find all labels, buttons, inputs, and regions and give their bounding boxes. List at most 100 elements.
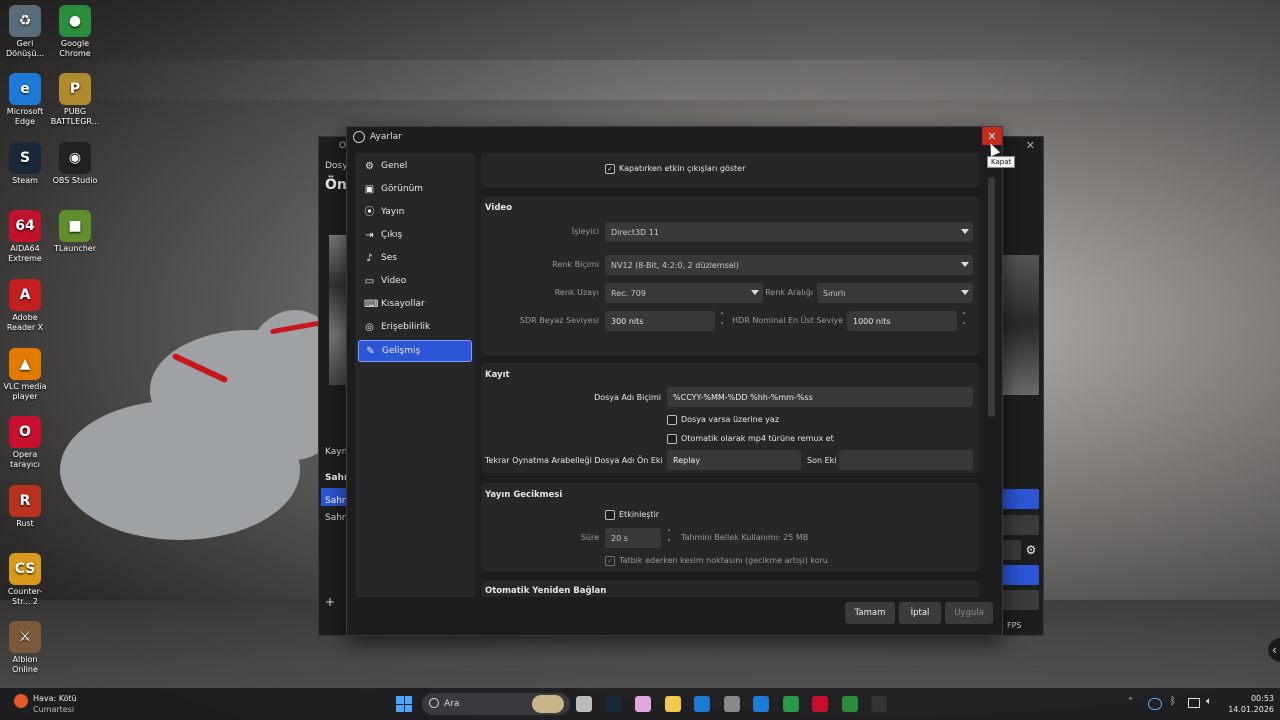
- renderer-select[interactable]: Direct3D 11: [605, 222, 973, 242]
- network-icon[interactable]: [1188, 698, 1200, 708]
- sidebar-item-4[interactable]: ♪ Ses: [358, 248, 472, 268]
- clock-time[interactable]: 00:53: [1238, 694, 1274, 703]
- tray-chevron-icon[interactable]: ˄: [1128, 697, 1133, 708]
- settings-content: ✓ Kapatırken etkin çıkışları göster Vide…: [481, 153, 981, 597]
- settings-sidebar: ⚙ Genel ▣ Görünüm ⦿ Yayın ⇥ Çıkış ♪ Ses ▭ Video ⌨ Kıs…: [355, 153, 475, 597]
- suffix-input[interactable]: [839, 450, 973, 470]
- sidebar-item-6[interactable]: ⌨ Kısayollar: [358, 294, 472, 314]
- sidebar-item-5[interactable]: ▭ Video: [358, 271, 472, 291]
- obs-control-button[interactable]: [1001, 590, 1039, 610]
- weather-line1[interactable]: Hava: Kötü: [33, 694, 77, 703]
- preserve-checkbox[interactable]: ✓: [605, 556, 615, 566]
- clock-date[interactable]: 14.01.2026: [1226, 705, 1274, 714]
- dialog-titlebar: Ayarlar: [347, 127, 1002, 147]
- color-format-select[interactable]: NV12 (8-Bit, 4:2:0, 2 düzlemsel): [605, 255, 973, 275]
- search-highlight-icon: [532, 695, 564, 713]
- app-icon: ●: [59, 5, 91, 37]
- gear-icon[interactable]: ⚙: [1021, 540, 1041, 560]
- taskbar-app-icon[interactable]: [576, 696, 592, 712]
- obs-close-icon[interactable]: ✕: [1026, 139, 1035, 152]
- hdr-stepper-icon[interactable]: ˄ ˅: [959, 311, 969, 331]
- sdr-stepper-icon[interactable]: ˄ ˅: [717, 311, 727, 331]
- duration-stepper-icon[interactable]: ˄ ˅: [664, 528, 674, 548]
- overwrite-checkbox[interactable]: [667, 415, 677, 425]
- desktop-icon[interactable]: O Opera tarayıcı: [0, 416, 50, 470]
- sidebar-item-label: Video: [381, 276, 407, 286]
- sidebar-item-2[interactable]: ⦿ Yayın: [358, 202, 472, 222]
- ok-button[interactable]: Tamam: [845, 602, 895, 624]
- sidebar-icon: ⚙: [365, 160, 374, 172]
- settings-scrollbar[interactable]: [988, 177, 995, 417]
- reconnect-title: Otomatik Yeniden Bağlan: [485, 586, 607, 596]
- duration-spinbox[interactable]: 20 s: [605, 528, 661, 548]
- obs-control-button[interactable]: [1001, 489, 1039, 509]
- search-placeholder: Ara: [444, 699, 460, 709]
- obs-control-button[interactable]: [1001, 515, 1039, 535]
- sdr-spinbox[interactable]: 300 nits: [605, 311, 715, 331]
- sidebar-item-0[interactable]: ⚙ Genel: [358, 156, 472, 176]
- taskbar-app-icon[interactable]: [664, 696, 681, 712]
- app-icon: ◉: [59, 142, 91, 174]
- desktop-icon[interactable]: ♻ Geri Dönüşü...: [0, 5, 50, 59]
- cloud-sync-icon[interactable]: [1148, 698, 1162, 710]
- taskbar-app-icon[interactable]: [605, 696, 622, 712]
- cancel-button[interactable]: İptal: [899, 602, 941, 624]
- taskbar-app-icon[interactable]: [723, 696, 740, 712]
- taskbar-app-icon[interactable]: [782, 696, 799, 712]
- start-button[interactable]: [396, 696, 412, 712]
- enable-delay-checkbox[interactable]: [605, 510, 615, 520]
- desktop-icon[interactable]: ◉ OBS Studio: [50, 142, 100, 186]
- app-icon: O: [9, 416, 41, 448]
- desktop-icon[interactable]: e Microsoft Edge: [0, 73, 50, 127]
- obs-add-scene-button[interactable]: +: [325, 595, 335, 609]
- taskbar-app-icon[interactable]: [812, 696, 828, 712]
- taskbar-app-icon[interactable]: [694, 696, 710, 712]
- close-icon: ✕: [987, 129, 997, 143]
- desktop-icon-label: Microsoft Edge: [6, 107, 44, 126]
- stream-delay-group: Yayın Gecikmesi Etkinleştir Süre 20 s ˄ ˅…: [481, 483, 979, 571]
- sidebar-item-7[interactable]: ◎ Erişebilirlik: [358, 317, 472, 337]
- replay-prefix-input[interactable]: Replay: [667, 450, 801, 470]
- desktop-icon[interactable]: S Steam: [0, 142, 50, 186]
- apply-button[interactable]: Uygula: [945, 602, 993, 624]
- volume-icon[interactable]: 🔈︎: [1206, 696, 1212, 707]
- filename-format-input[interactable]: %CCYY-%MM-%DD %hh-%mm-%ss: [667, 387, 973, 407]
- remux-checkbox[interactable]: [667, 434, 677, 444]
- color-space-select[interactable]: Rec. 709: [605, 283, 763, 303]
- taskbar-app-icon[interactable]: [841, 696, 858, 712]
- desktop-icon[interactable]: 64 AIDA64 Extreme: [0, 210, 50, 264]
- enable-delay-label: Etkinleştir: [619, 510, 660, 519]
- desktop-icon[interactable]: ▲ VLC media player: [0, 348, 50, 402]
- desktop-icon[interactable]: R Rust: [0, 485, 50, 529]
- bluetooth-icon[interactable]: ᛒ: [1170, 696, 1176, 707]
- desktop-icon-label: Geri Dönüşü...: [5, 39, 45, 58]
- show-active-outputs-checkbox[interactable]: ✓: [605, 164, 615, 174]
- sdr-value: 300 nits: [611, 316, 644, 326]
- windows-logo-icon: [396, 696, 404, 704]
- desktop-icon-label: TLauncher: [53, 244, 97, 253]
- taskbar-app-icon[interactable]: [635, 696, 651, 712]
- obs-logo-icon: [353, 131, 365, 143]
- desktop-icon-label: Rust: [16, 519, 34, 528]
- obs-control-button[interactable]: [1001, 540, 1021, 560]
- color-range-select[interactable]: Sınırlı: [817, 283, 973, 303]
- desktop-icon[interactable]: ● Google Chrome: [50, 5, 100, 59]
- desktop-icon[interactable]: ■ TLauncher: [50, 210, 100, 254]
- desktop-icon[interactable]: ⚔ Albion Online: [0, 621, 50, 675]
- chevron-down-icon: [961, 290, 969, 295]
- hdr-spinbox[interactable]: 1000 nits: [847, 311, 957, 331]
- search-icon: [429, 698, 439, 708]
- sidebar-item-3[interactable]: ⇥ Çıkış: [358, 225, 472, 245]
- color-format-label: Renk Biçimi: [552, 260, 599, 269]
- remux-label: Otomatik olarak mp4 türüne remux et: [681, 434, 834, 443]
- obs-scene-item[interactable]: Sahne: [321, 488, 353, 506]
- obs-control-button[interactable]: [1001, 565, 1039, 585]
- desktop-icon[interactable]: CS Counter-Str... 2: [0, 553, 50, 607]
- sidebar-item-8[interactable]: ✎ Gelişmiş: [358, 340, 472, 362]
- desktop-icon[interactable]: P PUBG BATTLEGR...: [50, 73, 100, 127]
- sidebar-item-1[interactable]: ▣ Görünüm: [358, 179, 472, 199]
- taskbar-app-icon[interactable]: [871, 696, 887, 712]
- taskbar-app-icon[interactable]: [753, 696, 769, 712]
- desktop-icon[interactable]: A Adobe Reader X: [0, 279, 50, 333]
- duration-value: 20 s: [611, 533, 628, 543]
